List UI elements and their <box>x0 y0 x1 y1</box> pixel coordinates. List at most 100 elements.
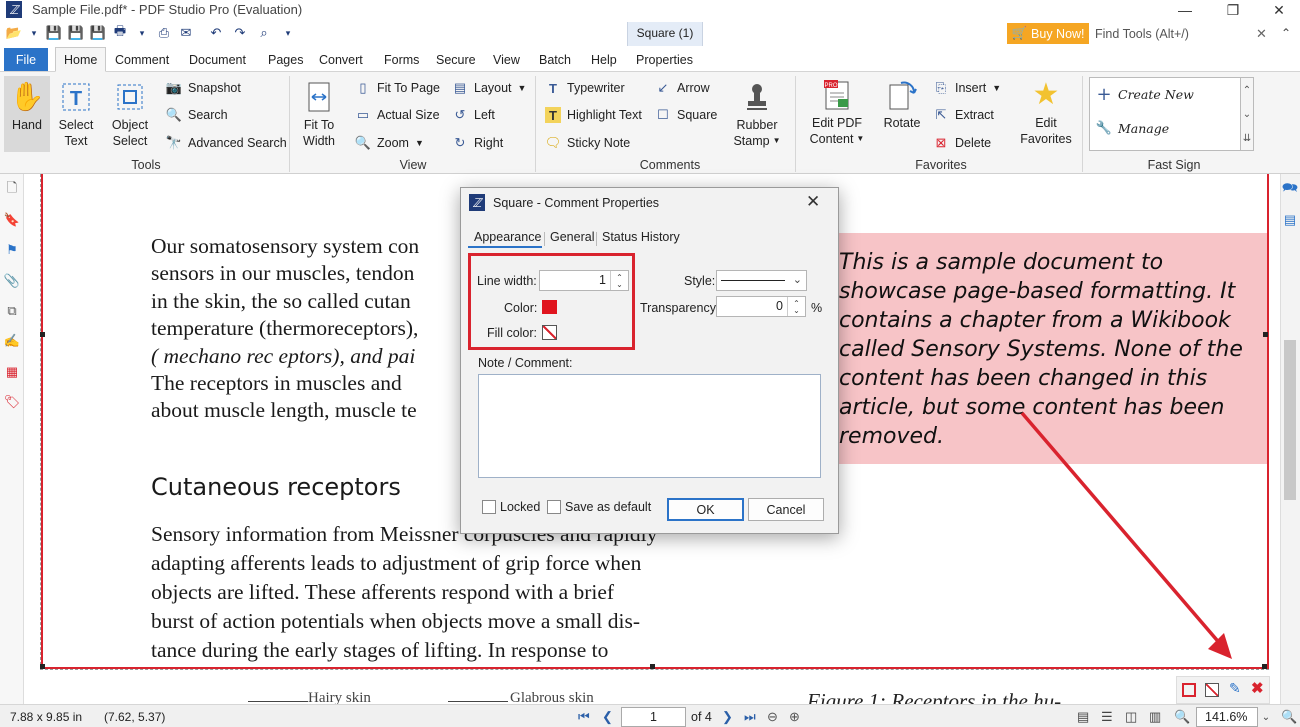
tags-icon[interactable]: 🏷 <box>4 394 21 410</box>
save-as-icon[interactable]: 💾 <box>68 25 84 41</box>
last-page-icon[interactable]: ⏭ <box>744 709 756 725</box>
manage-signatures[interactable]: 🔧 Manage <box>1096 118 1169 138</box>
rotate-right-button[interactable]: ↻ Right <box>452 133 504 153</box>
rotate-left-button[interactable]: ↺ Left <box>452 105 495 125</box>
object-select-button[interactable]: Object Select <box>108 80 152 149</box>
layout-button[interactable]: ▤ Layout ▼ <box>452 78 527 98</box>
collapse-ribbon-icon[interactable]: ⌃ <box>1281 26 1291 40</box>
comments-panel-icon[interactable]: ▦ <box>4 364 20 380</box>
pages-panel-icon[interactable]: 🗋 <box>4 180 20 198</box>
save-all-icon[interactable]: 💾 <box>90 25 106 41</box>
minimize-icon[interactable]: — <box>1162 0 1208 20</box>
select-text-button[interactable]: T Select Text <box>55 80 97 149</box>
continuous-icon[interactable]: ☰ <box>1101 709 1113 725</box>
page-number-input[interactable]: 1 <box>621 707 686 727</box>
snapshot-button[interactable]: 📷 Snapshot <box>166 78 241 98</box>
rotate-button[interactable]: Rotate <box>880 78 924 131</box>
insert-button[interactable]: ⎘ Insert ▼ <box>933 78 1001 98</box>
previous-view-icon[interactable]: ⊖ <box>767 709 778 725</box>
zoom-in-icon[interactable]: 🔍 <box>1281 709 1297 725</box>
fit-to-page-button[interactable]: ▯ Fit To Page <box>355 78 440 98</box>
restore-icon[interactable]: ❐ <box>1210 0 1256 20</box>
email-icon[interactable]: ✉ <box>178 25 194 41</box>
chevron-down-icon[interactable]: ▾ <box>26 25 42 41</box>
zoom-level-input[interactable]: 141.6% <box>1196 707 1258 727</box>
scrollbar-thumb[interactable] <box>1284 340 1296 500</box>
chevron-down-icon[interactable]: ⌄ <box>1258 707 1274 727</box>
search-button[interactable]: 🔍 Search <box>166 105 228 125</box>
locked-checkbox[interactable] <box>482 500 496 514</box>
fill-color-icon[interactable] <box>1205 683 1219 697</box>
rubber-stamp-button[interactable]: Rubber Stamp ▼ <box>732 80 782 149</box>
stroke-color-icon[interactable] <box>1182 683 1196 697</box>
save-as-default-checkbox[interactable] <box>547 500 561 514</box>
first-page-icon[interactable]: ⏮ <box>578 709 590 725</box>
comments-panel-icon[interactable]: 🗪 <box>1282 180 1298 198</box>
transparency-spinner[interactable]: 0 ⌃ ⌄ <box>716 296 806 317</box>
delete-button[interactable]: ⊠ Delete <box>933 133 992 153</box>
resize-handle[interactable] <box>1262 664 1267 669</box>
ok-button[interactable]: OK <box>667 498 744 521</box>
open-folder-icon[interactable]: 📂 <box>6 25 22 41</box>
resize-handle[interactable] <box>40 664 45 669</box>
tab-home[interactable]: Home <box>55 47 107 72</box>
dialog-close-icon[interactable]: ✕ <box>806 192 820 212</box>
edit-pdf-content-button[interactable]: PRO Edit PDF Content ▼ <box>808 78 866 147</box>
undo-icon[interactable]: ↶ <box>208 25 224 41</box>
tab-status-history[interactable]: Status History <box>602 230 680 244</box>
tab-batch[interactable]: Batch <box>531 48 579 72</box>
sticky-note-button[interactable]: 🗨 Sticky Note <box>545 133 630 153</box>
arrow-button[interactable]: ↙ Arrow <box>655 78 710 98</box>
resize-handle[interactable] <box>1263 332 1268 337</box>
delete-annotation-icon[interactable]: ✖ <box>1251 679 1264 697</box>
extract-button[interactable]: ⇱ Extract <box>933 105 994 125</box>
single-page-icon[interactable]: ▤ <box>1077 709 1089 725</box>
edit-note-icon[interactable]: ✎ <box>1229 680 1241 697</box>
resize-handle[interactable] <box>40 332 45 337</box>
actual-size-button[interactable]: ▭ Actual Size <box>355 105 440 125</box>
note-comment-textarea[interactable] <box>478 374 821 478</box>
next-view-icon[interactable]: ⊕ <box>789 709 800 725</box>
properties-panel-icon[interactable]: ▤ <box>1282 212 1298 228</box>
next-page-icon[interactable]: ❯ <box>722 709 733 725</box>
spinner-arrows-icon[interactable]: ⌃ ⌄ <box>787 297 805 316</box>
find-tools-input[interactable]: Find Tools (Alt+/) <box>1093 23 1273 44</box>
tab-help[interactable]: Help <box>583 48 625 72</box>
tab-forms[interactable]: Forms <box>376 48 427 72</box>
fast-sign-scroller[interactable]: ⌃ ⌄ ⇊ <box>1240 77 1254 151</box>
tab-document[interactable]: Document <box>181 48 254 72</box>
print-preview-icon[interactable]: ⎙ <box>156 25 172 41</box>
zoom-out-icon[interactable]: 🔍 <box>1174 709 1190 725</box>
fit-to-width-button[interactable]: Fit To Width <box>296 80 342 149</box>
zoom-button[interactable]: 🔍 Zoom ▼ <box>355 133 424 153</box>
zoom-page-icon[interactable]: ⌕ <box>256 25 272 41</box>
create-new-signature[interactable]: + Create New <box>1096 84 1193 105</box>
tab-appearance[interactable]: Appearance <box>474 230 541 244</box>
save-icon[interactable]: 💾 <box>46 25 62 41</box>
close-icon[interactable]: ✕ <box>1256 0 1300 20</box>
square-button[interactable]: ☐ Square <box>655 105 717 125</box>
destinations-icon[interactable]: ⚑ <box>4 242 20 258</box>
line-style-select[interactable]: ⌄ <box>716 270 807 291</box>
chevron-down-icon[interactable]: ▾ <box>134 25 150 41</box>
resize-handle[interactable] <box>650 664 655 669</box>
edit-favorites-button[interactable]: ★ Edit Favorites <box>1018 78 1074 147</box>
highlight-text-button[interactable]: T Highlight Text <box>545 105 642 125</box>
tab-pages[interactable]: Pages <box>260 48 311 72</box>
buy-now-button[interactable]: 🛒 Buy Now! <box>1007 23 1089 44</box>
attachments-icon[interactable]: 📎 <box>4 273 20 289</box>
previous-page-icon[interactable]: ❮ <box>602 709 613 725</box>
advanced-search-button[interactable]: 🔭 Advanced Search <box>166 133 287 153</box>
tab-file[interactable]: File <box>4 48 48 71</box>
tab-view[interactable]: View <box>485 48 528 72</box>
tab-comment[interactable]: Comment <box>107 48 177 72</box>
redo-icon[interactable]: ↷ <box>232 25 248 41</box>
typewriter-button[interactable]: T Typewriter <box>545 78 625 98</box>
tab-general[interactable]: General <box>550 230 594 244</box>
chevron-down-icon[interactable]: ▾ <box>280 25 296 41</box>
signatures-icon[interactable]: ✍ <box>4 333 20 349</box>
print-icon[interactable]: 🖶 <box>112 23 128 41</box>
facing-continuous-icon[interactable]: ▥ <box>1149 709 1161 725</box>
tab-convert[interactable]: Convert <box>311 48 371 72</box>
bookmarks-icon[interactable]: 🔖 <box>4 212 20 228</box>
